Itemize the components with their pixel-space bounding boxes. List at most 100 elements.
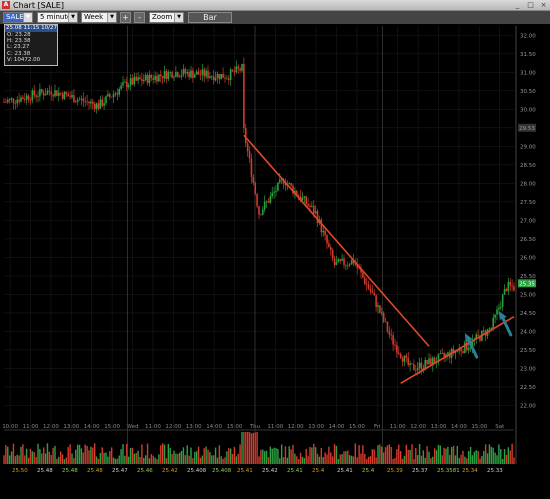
candle-body [14, 103, 17, 104]
volume-bar [39, 448, 41, 464]
volume-bar [27, 457, 30, 464]
volume-bar [335, 445, 338, 464]
volume-bar [339, 454, 341, 464]
price-strip-label: 25.3581 [437, 468, 460, 474]
volume-bar [46, 443, 49, 464]
volume-bar [239, 444, 241, 464]
candle-body [118, 88, 121, 95]
candle-body [116, 93, 119, 95]
candle-body [48, 90, 51, 92]
x-tick-label: 15:00 [227, 424, 243, 430]
volume-bar [177, 453, 179, 464]
volume-bar [14, 456, 17, 464]
symbol-input[interactable]: SALE ▼ [3, 12, 33, 23]
candle-body [220, 73, 223, 80]
volume-bar [275, 447, 277, 464]
x-tick-label: 12:00 [288, 424, 304, 430]
candle-body [488, 328, 491, 330]
candle-body [146, 74, 149, 84]
candle-body [401, 358, 404, 362]
volume-bar [160, 445, 162, 464]
volume-bar [362, 445, 364, 464]
chevron-down-icon[interactable]: ▼ [68, 13, 77, 22]
volume-bar [507, 447, 510, 464]
volume-bar [475, 450, 477, 464]
candle-body [125, 81, 128, 88]
volume-bar [218, 445, 221, 464]
volume-bar [175, 453, 177, 464]
zoom-select[interactable]: Zoom ▼ [149, 12, 184, 23]
close-icon[interactable]: × [539, 1, 548, 9]
volume-bar [473, 451, 476, 464]
y-tick-label: 30.00 [520, 107, 536, 113]
x-tick-label: Sat [495, 424, 505, 430]
volume-bar [462, 450, 464, 464]
volume-bar [469, 446, 472, 464]
candle-body [105, 96, 107, 104]
volume-bar [169, 447, 171, 464]
candle-body [35, 95, 37, 97]
candle-body [250, 158, 253, 177]
volume-bar [284, 446, 287, 464]
candle-body [339, 259, 342, 261]
chevron-down-icon[interactable]: ▼ [23, 13, 32, 22]
candle-body [6, 100, 9, 103]
price-chart[interactable]: 10:00 11:00 12:00 13:00 14:00 15:00 Wed 11:00 12… [0, 24, 550, 499]
bar-type-button[interactable]: Bar [188, 12, 232, 23]
candle-body [377, 305, 379, 308]
chevron-down-icon[interactable]: ▼ [174, 13, 183, 22]
range-value: Week [84, 13, 104, 21]
x-tick-label: 15:00 [471, 424, 487, 430]
candle-body [337, 259, 340, 263]
interval-select[interactable]: 5 minutes ▼ [37, 12, 78, 23]
volume-bar [120, 449, 122, 464]
volume-bar [379, 444, 381, 464]
volume-bar [82, 452, 85, 464]
candle-body [460, 348, 462, 352]
volume-bar [279, 458, 281, 464]
volume-bar [163, 444, 166, 464]
volume-bar [354, 443, 357, 464]
volume-bar [505, 454, 508, 464]
candle-body [78, 99, 81, 101]
volume-bar [10, 451, 13, 464]
candle-body [173, 76, 175, 78]
volume-bar [233, 446, 236, 464]
zoom-in-button[interactable]: + [120, 12, 131, 23]
volume-bar [356, 457, 358, 464]
volume-bar [184, 455, 187, 464]
candle-body [305, 196, 308, 205]
candle-body [420, 362, 423, 370]
chart-area[interactable]: 10:00 11:00 12:00 13:00 14:00 15:00 Wed 11:00 12… [0, 24, 550, 499]
price-strip-label: 25.42 [262, 468, 278, 474]
volume-bar [235, 456, 238, 464]
range-select[interactable]: Week ▼ [81, 12, 117, 23]
volume-bar [216, 457, 219, 464]
chevron-down-icon[interactable]: ▼ [107, 13, 116, 22]
annotation-arrow-head [498, 310, 507, 320]
zoom-out-button[interactable]: - [134, 12, 145, 23]
candle-body [44, 94, 47, 96]
candle-body [210, 76, 213, 77]
volume-bar [144, 455, 147, 464]
candle-body [184, 68, 187, 74]
candle-body [22, 97, 24, 99]
volume-bar [426, 446, 428, 464]
price-strip-label: 25.46 [137, 468, 153, 474]
volume-bar [188, 455, 190, 464]
volume-bar [129, 447, 132, 464]
candle-body [156, 75, 158, 82]
volume-bar [377, 445, 379, 464]
volume-bar [197, 446, 200, 464]
volume-bar [452, 445, 455, 464]
candle-body [169, 72, 172, 73]
candle-body [192, 70, 194, 78]
volume-bar [146, 443, 149, 464]
x-tick-label: 14:00 [329, 424, 345, 430]
price-strip-label: 25.4 [362, 468, 375, 474]
volume-bar [84, 444, 86, 464]
candle-body [379, 305, 381, 313]
maximize-icon[interactable]: □ [526, 1, 535, 9]
candle-body [409, 363, 411, 366]
minimize-icon[interactable]: _ [513, 1, 522, 9]
